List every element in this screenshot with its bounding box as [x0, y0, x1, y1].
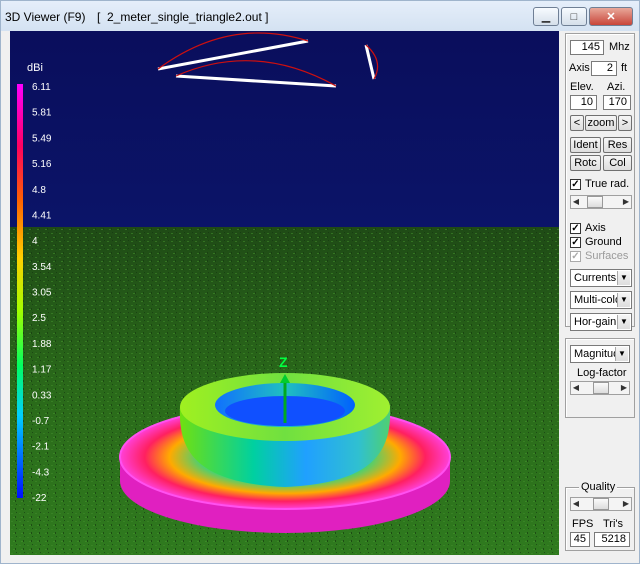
axis-checkbox[interactable]: ✓ Axis	[570, 221, 606, 235]
viewer-window: 3D Viewer (F9) [ 2_meter_single_triangle…	[0, 0, 640, 564]
zoom-out-button[interactable]: <	[570, 115, 584, 131]
tris-value: 5218	[594, 532, 630, 547]
currents-dropdown[interactable]: Currents ▼	[570, 269, 632, 287]
color-mode-dropdown[interactable]: Multi-colo ▼	[570, 291, 632, 309]
axis-length-label: Axis	[569, 62, 590, 74]
title-bar[interactable]: 3D Viewer (F9) [ 2_meter_single_triangle…	[1, 1, 639, 31]
slider-right-icon[interactable]: ▶	[619, 382, 629, 394]
z-axis-label: Z	[279, 354, 288, 370]
azimuth-input[interactable]: 170	[603, 95, 631, 110]
close-button[interactable]: ✕	[589, 7, 633, 26]
fps-label: FPS	[572, 518, 594, 530]
window-controls: ▁ □ ✕	[533, 7, 633, 26]
currents-dropdown-value: Currents	[574, 272, 617, 284]
slider-right-icon[interactable]: ▶	[621, 498, 631, 510]
sky	[10, 31, 559, 227]
surfaces-checkbox[interactable]: ✓ Surfaces	[570, 249, 628, 263]
col-button[interactable]: Col	[603, 155, 632, 171]
elevation-input[interactable]: 10	[570, 95, 597, 110]
legend-tick-label: -0.7	[32, 416, 50, 427]
legend-tick-label: -2.1	[32, 442, 50, 453]
axis-length-input[interactable]: 2	[591, 61, 617, 76]
window-file-name: [ 2_meter_single_triangle2.out ]	[97, 10, 269, 24]
legend-tick-label: 4.41	[32, 210, 52, 221]
true-rad-checkbox[interactable]: ✓ True rad.	[570, 177, 629, 191]
control-panel: 145 Mhz Axis 2 ft Elev. Azi. 10 170 < zo…	[563, 31, 637, 553]
legend-tick-label: 5.81	[32, 108, 52, 119]
legend-tick-label: 1.88	[32, 339, 52, 350]
slider-thumb[interactable]	[593, 382, 609, 394]
maximize-button[interactable]: □	[561, 7, 587, 26]
slider-right-icon[interactable]: ▶	[621, 196, 631, 208]
res-button[interactable]: Res	[603, 137, 632, 153]
log-factor-label: Log-factor	[577, 367, 627, 379]
ground-checkbox-label: Ground	[585, 236, 622, 248]
legend-tick-label: 0.33	[32, 390, 52, 401]
azimuth-label: Azi.	[607, 81, 626, 93]
true-rad-label: True rad.	[585, 178, 630, 190]
legend-tick-label: 3.54	[32, 262, 52, 273]
window-title: 3D Viewer (F9)	[5, 10, 86, 24]
legend-tick-label: 3.05	[32, 288, 52, 299]
legend-tick-label: -22	[32, 493, 47, 504]
color-mode-dropdown-value: Multi-colo	[574, 294, 622, 306]
gain-dropdown[interactable]: Hor-gain ▼	[570, 313, 632, 331]
zoom-button[interactable]: zoom	[585, 115, 617, 131]
slider-left-icon[interactable]: ◀	[571, 498, 581, 510]
quality-label: Quality	[579, 481, 618, 493]
surfaces-checkbox-label: Surfaces	[585, 250, 629, 262]
log-factor-slider[interactable]: ◀ ▶	[570, 381, 630, 395]
quality-slider[interactable]: ◀ ▶	[570, 497, 632, 511]
axis-checkbox-label: Axis	[585, 222, 606, 234]
ground-checkbox[interactable]: ✓ Ground	[570, 235, 622, 249]
slider-thumb[interactable]	[587, 196, 603, 208]
magnitude-dropdown[interactable]: Magnitud ▼	[570, 345, 630, 363]
legend-tick-label: 5.16	[32, 159, 52, 170]
slider-left-icon[interactable]: ◀	[571, 196, 581, 208]
magnitude-dropdown-value: Magnitud	[574, 348, 620, 360]
chevron-down-icon[interactable]: ▼	[617, 271, 630, 285]
legend-unit: dBi	[27, 62, 43, 74]
frequency-unit: Mhz	[609, 41, 630, 53]
tris-label: Tri's	[603, 518, 624, 530]
true-rad-slider[interactable]: ◀ ▶	[570, 195, 632, 209]
3d-viewport[interactable]: Z dBi 6.11 5.81 5.49 5.16 4.8 4.41 4 3.54 3.05 2.…	[10, 31, 559, 555]
frequency-input[interactable]: 145	[570, 40, 604, 55]
slider-thumb[interactable]	[593, 498, 609, 510]
legend-tick-label: 2.5	[32, 313, 46, 324]
surfaces-check-icon: ✓	[570, 250, 581, 262]
true-rad-check-icon: ✓	[570, 178, 581, 190]
legend-tick-label: -4.3	[32, 467, 50, 478]
legend-tick-label: 1.17	[32, 365, 52, 376]
slider-left-icon[interactable]: ◀	[571, 382, 581, 394]
axis-length-unit: ft	[621, 62, 628, 74]
chevron-down-icon[interactable]: ▼	[617, 315, 630, 329]
gain-dropdown-value: Hor-gain	[574, 316, 617, 328]
elevation-label: Elev.	[570, 81, 594, 93]
rotc-button[interactable]: Rotc	[570, 155, 601, 171]
ground-check-icon: ✓	[570, 236, 581, 248]
legend-tick-label: 6.11	[32, 82, 51, 93]
legend-tick-label: 5.49	[32, 133, 52, 144]
3d-scene[interactable]: Z dBi 6.11 5.81 5.49 5.16 4.8 4.41 4 3.54 3.05 2.…	[10, 31, 559, 555]
axis-check-icon: ✓	[570, 222, 581, 234]
legend-tick-label: 4.8	[32, 185, 46, 196]
chevron-down-icon[interactable]: ▼	[615, 347, 628, 361]
chevron-down-icon[interactable]: ▼	[617, 293, 630, 307]
minimize-button[interactable]: ▁	[533, 7, 559, 26]
zoom-in-button[interactable]: >	[618, 115, 632, 131]
ident-button[interactable]: Ident	[570, 137, 601, 153]
legend-tick-label: 4	[32, 236, 38, 247]
legend-color-bar	[17, 84, 23, 498]
fps-value: 45	[570, 532, 590, 547]
